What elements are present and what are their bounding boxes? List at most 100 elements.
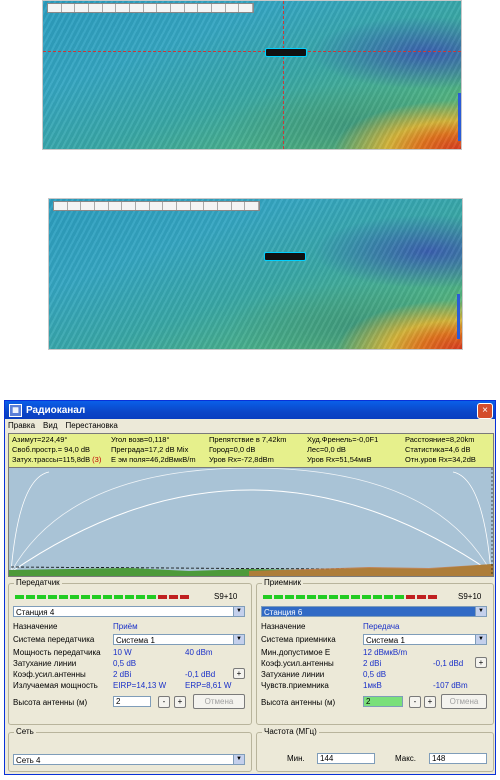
- frequency-group: Частота (МГц) Мин. Макс.: [256, 727, 494, 772]
- chevron-down-icon[interactable]: ▼: [475, 635, 486, 644]
- menu-edit[interactable]: Правка: [8, 421, 35, 430]
- rx-height-minus[interactable]: -: [409, 696, 421, 708]
- rx-loss-value: 0,5 dB: [363, 670, 387, 679]
- rx-station-value: Станция 6: [264, 608, 303, 617]
- frequency-min-input[interactable]: [317, 753, 375, 764]
- tx-height-input[interactable]: [113, 696, 151, 707]
- tx-purpose-value: Приём: [113, 622, 138, 631]
- tx-eirp: EIRP=14,13 W: [113, 681, 167, 690]
- radio-channel-window: ▦ Радиоканал × Правка Вид Перестановка А…: [4, 400, 496, 775]
- free-space-loss: Своб.простр.= 94,0 dB: [12, 445, 91, 454]
- crosshair-horizontal: [43, 51, 461, 52]
- rx-level-uv: Уров Rx=51,54мкВ: [307, 455, 372, 464]
- rx-height-input[interactable]: [363, 696, 403, 707]
- frequency-group-label: Частота (МГц): [262, 727, 319, 736]
- tx-height-minus[interactable]: -: [158, 696, 170, 708]
- chevron-down-icon[interactable]: ▼: [233, 635, 244, 644]
- rx-height-plus[interactable]: +: [424, 696, 436, 708]
- map-scroll-indicator[interactable]: [457, 294, 460, 339]
- close-button[interactable]: ×: [477, 403, 493, 419]
- rx-gain-dbd: -0,1 dBd: [433, 659, 464, 668]
- title-bar[interactable]: ▦ Радиоканал: [5, 401, 495, 419]
- map-scroll-indicator[interactable]: [458, 93, 461, 141]
- receiver-group-label: Приемник: [262, 578, 304, 587]
- tx-erp: ERP=8,61 W: [185, 681, 232, 690]
- station-marker[interactable]: [265, 48, 307, 57]
- network-value: Сеть 4: [16, 756, 41, 765]
- rx-loss-label: Затухание линии: [261, 670, 325, 679]
- terrain-profile-highland: [249, 564, 493, 576]
- tx-loss-value: 0,5 dB: [113, 659, 137, 668]
- tx-power-label: Мощность передатчика: [13, 648, 101, 657]
- fresnel-right: [452, 471, 492, 573]
- tx-cancel-button[interactable]: Отмена: [193, 694, 245, 709]
- app-icon: ▦: [9, 403, 22, 417]
- frequency-max-label: Макс.: [395, 754, 417, 763]
- tx-power-w: 10 W: [113, 648, 132, 657]
- rx-signal-text: S9+10: [458, 592, 482, 601]
- transmitter-group-label: Передатчик: [14, 578, 62, 587]
- rx-level-dbm: Уров Rx=-72,8dBm: [209, 455, 274, 464]
- elevation-angle: Угол возв=0,118°: [111, 435, 170, 444]
- relative-rx-level: Отн.уров Rx=34,2dB: [405, 455, 476, 464]
- profile-svg: [9, 468, 493, 576]
- tx-gain-button[interactable]: +: [233, 668, 245, 679]
- rx-cancel-button[interactable]: Отмена: [441, 694, 487, 709]
- rx-gain-dbi: 2 dBi: [363, 659, 382, 668]
- terrain-texture: [43, 1, 461, 149]
- menu-view[interactable]: Вид: [43, 421, 57, 430]
- path-profile-graph[interactable]: [8, 467, 494, 577]
- menu-bar: Правка Вид Перестановка: [5, 419, 495, 431]
- rx-signal-meter: [263, 595, 437, 599]
- rx-system-select[interactable]: Система 1 ▼: [363, 634, 487, 645]
- city-loss: Город=0,0 dB: [209, 445, 256, 454]
- receiver-group: Приемник S9+10 Станция 6 ▼ Назначение Пер…: [256, 578, 494, 725]
- tx-power-dbm: 40 dBm: [185, 648, 213, 657]
- rx-height-label: Высота антенны (м): [261, 698, 336, 707]
- tx-purpose-label: Назначение: [13, 622, 58, 631]
- rx-sens-uv: 1мкВ: [363, 681, 382, 690]
- tx-signal-meter: [15, 595, 189, 599]
- network-select[interactable]: Сеть 4 ▼: [13, 754, 245, 765]
- menu-swap[interactable]: Перестановка: [66, 421, 118, 430]
- terrain-map-bottom[interactable]: [48, 198, 463, 350]
- chevron-down-icon[interactable]: ▼: [233, 755, 244, 764]
- obstruction-loss: Преграда=17,2 dB Mix: [111, 445, 189, 454]
- frequency-max-input[interactable]: [429, 753, 487, 764]
- path-loss: Затух.трассы=115,8dB (3): [12, 455, 101, 464]
- station-marker[interactable]: [264, 252, 306, 261]
- link-info-panel: Азимут=224,49° Угол возв=0,118° Препятст…: [8, 433, 494, 468]
- tx-station-value: Станция 4: [16, 608, 55, 617]
- tx-system-select[interactable]: Система 1 ▼: [113, 634, 245, 645]
- height-legend: [47, 3, 254, 13]
- rx-gain-label: Коэф.усил.антенны: [261, 659, 334, 668]
- statistics-loss: Статистика=4,6 dB: [405, 445, 471, 454]
- tx-height-plus[interactable]: +: [174, 696, 186, 708]
- frequency-min-label: Мин.: [287, 754, 305, 763]
- crosshair-vertical: [283, 1, 284, 149]
- tx-signal-text: S9+10: [214, 592, 238, 601]
- terrain-map-top[interactable]: [42, 0, 462, 150]
- path-loss-value: Затух.трассы=115,8dB: [12, 455, 91, 464]
- tx-height-label: Высота антенны (м): [13, 698, 88, 707]
- network-group-label: Сеть: [14, 727, 36, 736]
- chevron-down-icon[interactable]: ▼: [475, 607, 486, 616]
- obstacle: Препятствие в 7,42km: [209, 435, 287, 444]
- tx-eirp-label: Излучаемая мощность: [13, 681, 98, 690]
- tx-loss-label: Затухание линии: [13, 659, 77, 668]
- azimuth: Азимут=224,49°: [12, 435, 68, 444]
- terrain-texture: [49, 199, 462, 349]
- chevron-down-icon[interactable]: ▼: [233, 607, 244, 616]
- window-title: Радиоканал: [26, 404, 86, 416]
- tx-station-select[interactable]: Станция 4 ▼: [13, 606, 245, 617]
- rx-station-select[interactable]: Станция 6 ▼: [261, 606, 487, 617]
- distance: Расстояние=8,20km: [405, 435, 475, 444]
- field-strength: Е эм поля=46,2dBмкВ/m: [111, 455, 196, 464]
- tx-system-value: Система 1: [116, 636, 155, 645]
- rx-sens-dbm: -107 dBm: [433, 681, 468, 690]
- rx-system-value: Система 1: [366, 636, 405, 645]
- height-legend: [53, 201, 260, 211]
- rx-system-label: Система приемника: [261, 635, 336, 644]
- rx-min-e-label: Мин.допустимое Е: [261, 648, 331, 657]
- rx-gain-button[interactable]: +: [475, 657, 487, 668]
